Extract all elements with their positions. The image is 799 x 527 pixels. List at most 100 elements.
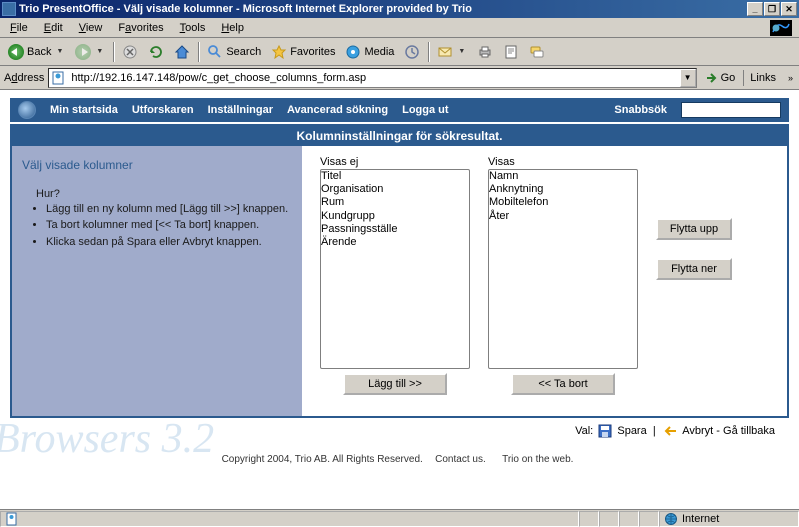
how-item: Klicka sedan på Spara eller Avbryt knapp… xyxy=(46,235,292,249)
dropdown-icon: ▼ xyxy=(94,48,105,55)
edit-icon xyxy=(503,44,519,60)
val-label: Val: xyxy=(575,425,593,437)
nav-explorer[interactable]: Utforskaren xyxy=(132,104,194,116)
toolbar: Back ▼ ▼ Search Favorites Media xyxy=(0,38,799,66)
list-item: Ärende xyxy=(321,236,469,249)
trio-web-link[interactable]: Trio on the web. xyxy=(502,454,573,465)
home-button[interactable] xyxy=(170,41,194,63)
address-dropdown[interactable]: ▼ xyxy=(680,69,696,87)
app-logo-icon xyxy=(18,101,36,119)
links-chevron-icon[interactable]: » xyxy=(786,73,795,83)
media-icon xyxy=(345,44,361,60)
menu-favorites[interactable]: Favorites xyxy=(110,20,171,36)
add-button[interactable]: Lägg till >> xyxy=(343,373,447,395)
media-label: Media xyxy=(364,46,394,58)
shown-label: Visas xyxy=(488,156,638,168)
edit-button[interactable] xyxy=(499,41,523,63)
menu-file[interactable]: File xyxy=(2,20,36,36)
back-button[interactable]: Back ▼ xyxy=(4,41,69,63)
minimize-button[interactable]: _ xyxy=(747,2,763,16)
menu-help[interactable]: Help xyxy=(213,20,252,36)
search-icon xyxy=(207,44,223,60)
cancel-link[interactable]: Avbryt - Gå tillbaka xyxy=(682,425,775,437)
zone-label: Internet xyxy=(682,513,719,525)
forward-icon xyxy=(75,44,91,60)
how-item: Lägg till en ny kolumn med [Lägg till >>… xyxy=(46,202,292,216)
back-icon xyxy=(8,44,24,60)
window-title: Trio PresentOffice - Välj visade kolumne… xyxy=(19,3,747,15)
history-button[interactable] xyxy=(400,41,424,63)
save-icon xyxy=(598,424,612,438)
list-item: Kundgrupp xyxy=(321,210,469,223)
menu-view[interactable]: View xyxy=(71,20,111,36)
how-list: Lägg till en ny kolumn med [Lägg till >>… xyxy=(46,202,292,249)
refresh-icon xyxy=(148,44,164,60)
forward-button[interactable]: ▼ xyxy=(71,41,109,63)
search-label: Search xyxy=(226,46,261,58)
quicksearch-label: Snabbsök xyxy=(614,104,667,116)
contact-link[interactable]: Contact us. xyxy=(435,454,486,465)
list-item: Organisation xyxy=(321,183,469,196)
discuss-icon xyxy=(529,44,545,60)
settings-panel: Kolumninställningar för sökresultat. Väl… xyxy=(10,124,789,418)
home-icon xyxy=(174,44,190,60)
address-input[interactable] xyxy=(69,72,679,84)
list-item: Passningsställe xyxy=(321,223,469,236)
links-label[interactable]: Links xyxy=(743,70,782,86)
titlebar: Trio PresentOffice - Välj visade kolumne… xyxy=(0,0,799,18)
search-button[interactable]: Search xyxy=(203,41,265,63)
nav-logout[interactable]: Logga ut xyxy=(402,104,448,116)
favorites-button[interactable]: Favorites xyxy=(267,41,339,63)
stop-icon xyxy=(122,44,138,60)
menubar: File Edit View Favorites Tools Help xyxy=(0,18,799,38)
list-item: Namn xyxy=(489,170,637,183)
history-icon xyxy=(404,44,420,60)
move-up-button[interactable]: Flytta upp xyxy=(656,218,732,240)
how-heading: Hur? xyxy=(36,188,292,200)
help-column: Välj visade kolumner Hur? Lägg till en n… xyxy=(12,146,302,416)
remove-button[interactable]: << Ta bort xyxy=(511,373,615,395)
print-button[interactable] xyxy=(473,41,497,63)
globe-icon xyxy=(664,512,678,526)
footer: Copyright 2004, Trio AB. All Rights Rese… xyxy=(0,446,799,471)
back-arrow-icon xyxy=(664,424,678,438)
app-navbar: Min startsida Utforskaren Inställningar … xyxy=(10,98,789,122)
favorites-icon xyxy=(271,44,287,60)
shown-listbox[interactable]: Namn Anknytning Mobiltelefon Åter xyxy=(488,169,638,369)
discuss-button[interactable] xyxy=(525,41,549,63)
menu-edit[interactable]: Edit xyxy=(36,20,71,36)
nav-settings[interactable]: Inställningar xyxy=(208,104,273,116)
stop-button[interactable] xyxy=(118,41,142,63)
menu-tools[interactable]: Tools xyxy=(172,20,214,36)
back-label: Back xyxy=(27,46,51,58)
app-icon xyxy=(2,2,16,16)
copyright: Copyright 2004, Trio AB. All Rights Rese… xyxy=(222,454,423,465)
go-button[interactable]: Go xyxy=(701,68,740,88)
quicksearch-input[interactable] xyxy=(681,102,781,118)
list-item: Mobiltelefon xyxy=(489,196,637,209)
ie-logo-icon xyxy=(765,19,797,37)
move-down-button[interactable]: Flytta ner xyxy=(656,258,732,280)
list-item: Titel xyxy=(321,170,469,183)
mail-button[interactable]: ▼ xyxy=(433,41,471,63)
dropdown-icon: ▼ xyxy=(54,48,65,55)
favorites-label: Favorites xyxy=(290,46,335,58)
hidden-listbox[interactable]: Titel Organisation Rum Kundgrupp Passnin… xyxy=(320,169,470,369)
dropdown-icon: ▼ xyxy=(456,48,467,55)
save-link[interactable]: Spara xyxy=(617,425,646,437)
maximize-button[interactable]: ❐ xyxy=(764,2,780,16)
how-item: Ta bort kolumner med [<< Ta bort] knappe… xyxy=(46,218,292,232)
panel-title: Kolumninställningar för sökresultat. xyxy=(12,126,787,146)
go-icon xyxy=(705,71,719,85)
close-button[interactable]: ✕ xyxy=(781,2,797,16)
page-icon xyxy=(51,70,67,86)
list-item: Anknytning xyxy=(489,183,637,196)
media-button[interactable]: Media xyxy=(341,41,398,63)
list-item: Åter xyxy=(489,210,637,223)
action-row: Val: Spara | Avbryt - Gå tillbaka xyxy=(10,418,789,446)
nav-home[interactable]: Min startsida xyxy=(50,104,118,116)
list-item: Rum xyxy=(321,196,469,209)
nav-advsearch[interactable]: Avancerad sökning xyxy=(287,104,388,116)
address-label: Address xyxy=(4,72,44,84)
refresh-button[interactable] xyxy=(144,41,168,63)
